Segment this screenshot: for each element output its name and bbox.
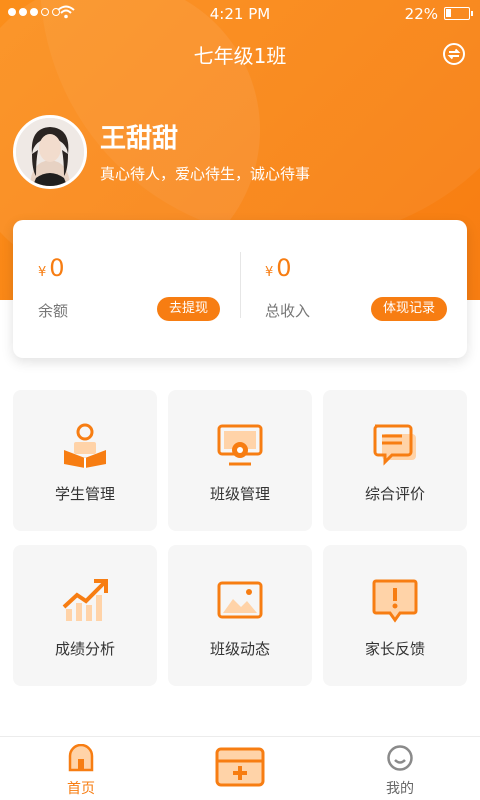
page-title: 七年级1班 — [193, 44, 287, 68]
battery-percent: 22% — [404, 5, 438, 23]
currency-symbol: ¥ — [38, 265, 47, 280]
withdraw-button[interactable]: 去提现 — [156, 297, 220, 321]
wallet-card: ¥0 余额 去提现 ¥0 总收入 体现记录 — [13, 220, 467, 358]
class-monitor-icon — [217, 424, 263, 466]
image-icon — [217, 581, 263, 619]
balance-label: 余额 — [38, 302, 69, 320]
income-amount: ¥0 — [265, 254, 292, 282]
menu-label: 班级动态 — [209, 640, 270, 658]
user-name: 王甜甜 — [100, 124, 179, 154]
currency-symbol: ¥ — [265, 265, 274, 280]
battery-icon — [444, 7, 473, 20]
income-label: 总收入 — [265, 302, 311, 320]
menu-tile-score-analysis[interactable]: 成绩分析 — [13, 545, 157, 686]
balance-amount: ¥0 — [38, 254, 65, 282]
menu-tile-class-news[interactable]: 班级动态 — [168, 545, 312, 686]
menu-label: 成绩分析 — [54, 640, 115, 658]
profile-icon — [387, 745, 413, 771]
feedback-icon — [372, 579, 418, 623]
menu-label: 班级管理 — [209, 485, 270, 503]
student-reading-icon — [64, 423, 106, 468]
bottom-tab-bar: 首页 我的 — [0, 736, 480, 800]
menu-label: 综合评价 — [364, 485, 425, 503]
tab-home[interactable]: 首页 — [21, 737, 141, 800]
tab-label: 我的 — [386, 781, 414, 797]
menu-label: 学生管理 — [54, 485, 115, 503]
balance-value: 0 — [49, 254, 65, 282]
income-value: 0 — [276, 254, 292, 282]
withdraw-records-button[interactable]: 体现记录 — [370, 297, 447, 321]
tab-mine[interactable]: 我的 — [340, 737, 460, 800]
add-icon[interactable] — [215, 747, 265, 787]
status-bar: 4:21 PM 22% — [0, 0, 480, 28]
menu-label: 家长反馈 — [364, 640, 425, 658]
home-icon — [68, 744, 94, 772]
growth-chart-icon — [62, 579, 108, 621]
avatar[interactable] — [13, 115, 87, 189]
comment-icon — [373, 424, 416, 466]
switch-class-icon[interactable] — [442, 42, 466, 66]
user-motto: 真心待人，爱心待生，诚心待事 — [100, 165, 311, 183]
menu-tile-class-management[interactable]: 班级管理 — [168, 390, 312, 531]
tab-label: 首页 — [67, 781, 95, 797]
income-section: ¥0 总收入 体现记录 — [240, 220, 467, 358]
menu-tile-student-management[interactable]: 学生管理 — [13, 390, 157, 531]
balance-section: ¥0 余额 去提现 — [13, 220, 240, 358]
menu-tile-comprehensive-evaluation[interactable]: 综合评价 — [323, 390, 467, 531]
menu-tile-parent-feedback[interactable]: 家长反馈 — [323, 545, 467, 686]
